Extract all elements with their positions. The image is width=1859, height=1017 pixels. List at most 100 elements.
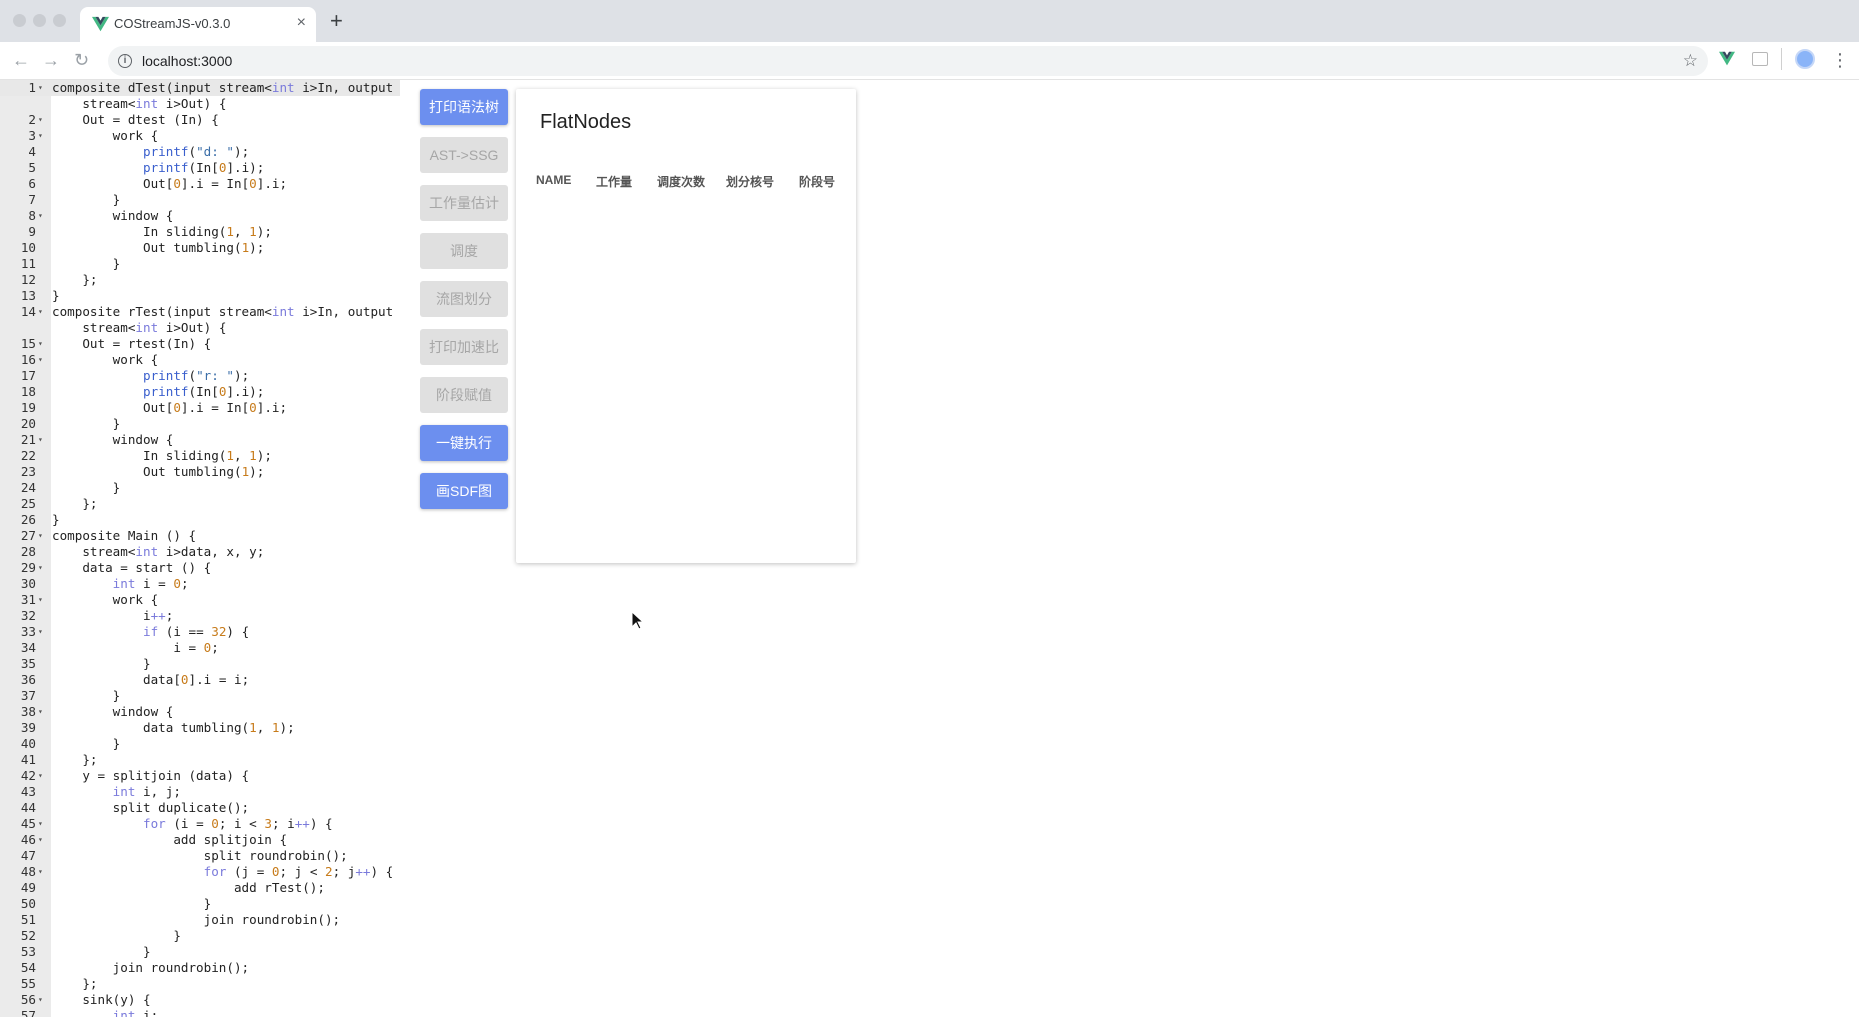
code-text[interactable]: }; <box>52 272 97 288</box>
code-line[interactable]: 7 } <box>0 192 400 208</box>
code-text[interactable]: int i, j; <box>52 784 181 800</box>
code-line[interactable]: 44 split duplicate(); <box>0 800 400 816</box>
code-line[interactable]: 43 int i, j; <box>0 784 400 800</box>
code-text[interactable]: Out tumbling(1); <box>52 464 264 480</box>
code-text[interactable]: add splitjoin { <box>52 832 287 848</box>
print-ast-button[interactable]: 打印语法树 <box>420 89 508 125</box>
code-line[interactable]: 2 ▾ Out = dtest (In) { <box>0 112 400 128</box>
ast-to-ssg-button[interactable]: AST->SSG <box>420 137 508 173</box>
code-line[interactable]: 52 } <box>0 928 400 944</box>
code-line[interactable]: 36 data[0].i = i; <box>0 672 400 688</box>
code-text[interactable]: int i = 0; <box>52 576 189 592</box>
code-line[interactable]: 54 join roundrobin(); <box>0 960 400 976</box>
extension-icon[interactable] <box>1752 52 1768 66</box>
code-text[interactable]: int i; <box>52 1008 159 1017</box>
reload-icon[interactable]: ↻ <box>74 50 89 70</box>
code-text[interactable]: printf(In[0].i); <box>52 160 264 176</box>
code-line[interactable]: 20 } <box>0 416 400 432</box>
code-text[interactable]: stream<int i>Out) { <box>52 96 226 112</box>
fold-arrow-icon[interactable]: ▾ <box>38 528 46 544</box>
fold-arrow-icon[interactable]: ▾ <box>38 208 46 224</box>
tab-close-icon[interactable]: × <box>297 14 306 32</box>
code-text[interactable]: stream<int i>Out) { <box>52 320 226 336</box>
code-text[interactable]: In sliding(1, 1); <box>52 224 272 240</box>
fold-arrow-icon[interactable]: ▾ <box>38 432 46 448</box>
fold-arrow-icon[interactable]: ▾ <box>38 832 46 848</box>
code-line[interactable]: 26} <box>0 512 400 528</box>
code-text[interactable]: } <box>52 288 60 304</box>
code-line[interactable]: 57 int i; <box>0 1008 400 1017</box>
code-text[interactable]: composite dTest(input stream<int i>In, o… <box>52 80 393 96</box>
code-line[interactable]: 50 } <box>0 896 400 912</box>
code-line[interactable]: 12 }; <box>0 272 400 288</box>
fold-arrow-icon[interactable]: ▾ <box>38 128 46 144</box>
code-editor[interactable]: 1 ▾ composite dTest(input stream<int i>In,… <box>0 80 400 1017</box>
code-text[interactable]: } <box>52 192 121 208</box>
code-text[interactable]: Out tumbling(1); <box>52 240 264 256</box>
column-header-stage[interactable]: 阶段号 <box>799 173 835 190</box>
code-text[interactable]: } <box>52 736 121 752</box>
code-line[interactable]: 21 ▾ window { <box>0 432 400 448</box>
profile-avatar-icon[interactable] <box>1795 49 1815 69</box>
print-speedup-button[interactable]: 打印加速比 <box>420 329 508 365</box>
code-text[interactable]: Out = rtest(In) { <box>52 336 211 352</box>
code-text[interactable]: i++; <box>52 608 173 624</box>
code-text[interactable]: Out = dtest (In) { <box>52 112 218 128</box>
code-line[interactable]: 51 join roundrobin(); <box>0 912 400 928</box>
fold-arrow-icon[interactable]: ▾ <box>38 352 46 368</box>
code-text[interactable]: Out[0].i = In[0].i; <box>52 176 287 192</box>
code-text[interactable]: sink(y) { <box>52 992 150 1008</box>
fold-arrow-icon[interactable]: ▾ <box>38 592 46 608</box>
code-text[interactable]: }; <box>52 976 97 992</box>
code-text[interactable]: In sliding(1, 1); <box>52 448 272 464</box>
code-text[interactable]: } <box>52 944 151 960</box>
code-line[interactable]: 38 ▾ window { <box>0 704 400 720</box>
code-line[interactable]: 23 Out tumbling(1); <box>0 464 400 480</box>
code-line[interactable]: 34 i = 0; <box>0 640 400 656</box>
code-line[interactable]: 15 ▾ Out = rtest(In) { <box>0 336 400 352</box>
code-text[interactable]: data tumbling(1, 1); <box>52 720 295 736</box>
code-text[interactable]: } <box>52 896 212 912</box>
code-line[interactable]: 42 ▾ y = splitjoin (data) { <box>0 768 400 784</box>
code-text[interactable]: } <box>52 512 60 528</box>
code-line[interactable]: 40 } <box>0 736 400 752</box>
code-text[interactable]: join roundrobin(); <box>52 912 340 928</box>
column-header-schedule-count[interactable]: 调度次数 <box>657 173 705 190</box>
column-header-name[interactable]: NAME <box>536 173 571 187</box>
code-line[interactable]: 25 }; <box>0 496 400 512</box>
code-line[interactable]: 6 Out[0].i = In[0].i; <box>0 176 400 192</box>
code-text[interactable]: data[0].i = i; <box>52 672 249 688</box>
code-line[interactable]: 14 ▾ composite rTest(input stream<int i>In… <box>0 304 400 320</box>
code-text[interactable]: for (j = 0; j < 2; j++) { <box>52 864 394 880</box>
code-text[interactable]: window { <box>52 432 174 448</box>
code-line[interactable]: 47 split roundrobin(); <box>0 848 400 864</box>
code-text[interactable]: work { <box>52 128 159 144</box>
code-text[interactable]: }; <box>52 496 97 512</box>
code-line[interactable]: 16 ▾ work { <box>0 352 400 368</box>
address-bar[interactable]: i localhost:3000 ☆ <box>108 46 1708 76</box>
code-text[interactable]: } <box>52 256 121 272</box>
schedule-button[interactable]: 调度 <box>420 233 508 269</box>
code-line[interactable]: 5 printf(In[0].i); <box>0 160 400 176</box>
back-arrow-icon[interactable]: ← <box>12 50 30 70</box>
code-line[interactable]: 45 ▾ for (i = 0; i < 3; i++) { <box>0 816 400 832</box>
code-line[interactable]: 33 ▾ if (i == 32) { <box>0 624 400 640</box>
code-line[interactable]: 39 data tumbling(1, 1); <box>0 720 400 736</box>
code-text[interactable]: composite rTest(input stream<int i>In, o… <box>52 304 393 320</box>
code-line[interactable]: 27 ▾ composite Main () { <box>0 528 400 544</box>
code-text[interactable]: y = splitjoin (data) { <box>52 768 249 784</box>
code-line[interactable]: 35 } <box>0 656 400 672</box>
code-line[interactable]: 48 ▾ for (j = 0; j < 2; j++) { <box>0 864 400 880</box>
code-line[interactable]: 18 printf(In[0].i); <box>0 384 400 400</box>
code-line[interactable]: 49 add rTest(); <box>0 880 400 896</box>
run-all-button[interactable]: 一键执行 <box>420 425 508 461</box>
code-text[interactable]: Out[0].i = In[0].i; <box>52 400 287 416</box>
fold-arrow-icon[interactable]: ▾ <box>38 864 46 880</box>
code-text[interactable]: split roundrobin(); <box>52 848 348 864</box>
code-text[interactable]: printf("r: "); <box>52 368 249 384</box>
vue-devtools-icon[interactable] <box>1719 51 1735 67</box>
stage-assign-button[interactable]: 阶段赋值 <box>420 377 508 413</box>
window-minimize-button[interactable] <box>33 14 46 27</box>
code-text[interactable]: } <box>52 688 121 704</box>
graph-partition-button[interactable]: 流图划分 <box>420 281 508 317</box>
